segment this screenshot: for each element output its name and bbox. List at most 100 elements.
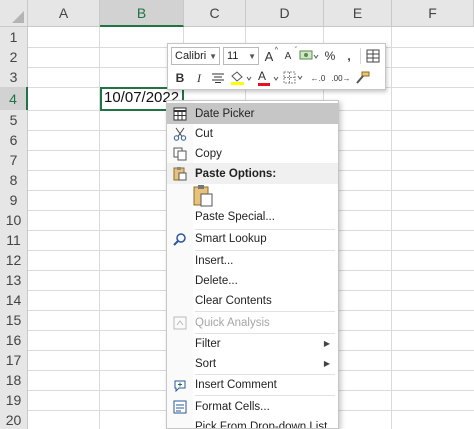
column-header-b[interactable]: B (100, 0, 184, 27)
font-size-value: 11 (227, 50, 239, 62)
row-header-2[interactable]: 2 (0, 47, 28, 68)
font-name-value: Calibri (175, 50, 207, 62)
row-header-3[interactable]: 3 (0, 67, 28, 88)
menu-item-pick-from-dropdown[interactable]: Pick From Drop-down List... (167, 416, 338, 429)
row-header-9[interactable]: 9 (0, 190, 28, 211)
borders-icon (283, 71, 303, 84)
menu-item-clear-contents[interactable]: Clear Contents (167, 290, 338, 311)
menu-item-smart-lookup[interactable]: Smart Lookup (167, 228, 338, 249)
column-header-e[interactable]: E (324, 0, 392, 27)
menu-item-label: Format Cells... (195, 400, 270, 413)
search-icon (170, 229, 189, 248)
menu-item-label: Paste Options: (195, 167, 277, 180)
row-header-12[interactable]: 12 (0, 250, 28, 271)
submenu-arrow-icon: ▶ (323, 339, 330, 348)
comma-style-button[interactable]: , (340, 47, 358, 65)
select-all-triangle (12, 11, 24, 23)
menu-item-insert-comment[interactable]: Insert Comment (167, 374, 338, 395)
menu-item-cut[interactable]: Cut (167, 123, 338, 144)
menu-item-insert[interactable]: Insert... (167, 250, 338, 271)
menu-item-label: Date Picker (195, 107, 255, 120)
calendar-grid-icon (170, 104, 189, 123)
row-header-19[interactable]: 19 (0, 390, 28, 411)
column-header-d[interactable]: D (246, 0, 324, 27)
format-table-button[interactable] (364, 47, 382, 65)
menu-item-label: Clear Contents (195, 294, 272, 307)
row-header-7[interactable]: 7 (0, 150, 28, 171)
row-header-17[interactable]: 17 (0, 350, 28, 371)
column-header-a[interactable]: A (28, 0, 100, 27)
row-header-1[interactable]: 1 (0, 27, 28, 48)
row-header-11[interactable]: 11 (0, 230, 28, 251)
decrease-decimal-button[interactable]: .00→ (330, 69, 352, 87)
align-center-button[interactable] (209, 69, 227, 87)
menu-item-delete[interactable]: Delete... (167, 270, 338, 291)
decrease-font-size-button[interactable]: Aˇ (279, 47, 297, 65)
format-painter-button[interactable] (353, 69, 371, 87)
menu-item-copy[interactable]: Copy (167, 143, 338, 164)
row-header-8[interactable]: 8 (0, 170, 28, 191)
copy-icon (170, 144, 189, 163)
font-color-button[interactable]: A (255, 69, 281, 87)
menu-item-label: Insert... (195, 254, 234, 267)
row-header-15[interactable]: 15 (0, 310, 28, 331)
font-name-dropdown[interactable]: Calibri ▼ (171, 47, 220, 65)
menu-item-label: Paste Special... (195, 210, 275, 223)
font-color-glyph: A (258, 69, 267, 83)
column-header-f[interactable]: F (392, 0, 474, 27)
align-center-icon (212, 73, 224, 83)
row-header-10[interactable]: 10 (0, 210, 28, 231)
menu-item-label: Delete... (195, 274, 238, 287)
grow-font-glyph: A (264, 48, 274, 64)
row-header-6[interactable]: 6 (0, 130, 28, 151)
row-header-14[interactable]: 14 (0, 290, 28, 311)
row-header-16[interactable]: 16 (0, 330, 28, 351)
row-header-5[interactable]: 5 (0, 110, 28, 131)
quick-analysis-icon (170, 313, 189, 332)
menu-item-paste-special[interactable]: Paste Special... (167, 206, 338, 227)
submenu-arrow-icon: ▶ (323, 359, 330, 368)
select-all-corner[interactable] (0, 0, 28, 27)
chevron-down-icon: ▼ (209, 51, 217, 61)
row-header-4[interactable]: 4 (0, 87, 28, 111)
menu-item-label: Cut (195, 127, 213, 140)
paint-bucket-icon (231, 71, 252, 85)
mini-toolbar-row-1: Calibri ▼ 11 ▼ A ^ Aˇ % , (168, 45, 382, 67)
format-cells-icon (170, 397, 189, 416)
percent-style-button[interactable]: % (321, 47, 339, 65)
font-size-dropdown[interactable]: 11 ▼ (223, 47, 259, 65)
paintbrush-icon (356, 71, 370, 84)
accounting-format-button[interactable] (298, 47, 320, 65)
currency-icon (299, 50, 319, 60)
menu-item-format-cells[interactable]: Format Cells... (167, 396, 338, 417)
menu-item-date-picker[interactable]: Date Picker (167, 103, 338, 124)
menu-item-label: Filter (195, 337, 221, 350)
menu-item-label: Quick Analysis (195, 316, 270, 329)
fill-color-button[interactable] (228, 69, 254, 87)
comment-icon (170, 375, 189, 394)
increase-decimal-button[interactable]: ←.0 (307, 69, 329, 87)
row-header-20[interactable]: 20 (0, 410, 28, 429)
chevron-down-icon: ▼ (248, 51, 256, 61)
paste-options-header: Paste Options: (167, 163, 338, 184)
row-header-13[interactable]: 13 (0, 270, 28, 291)
table-icon (366, 49, 380, 63)
mini-toolbar-row-2: B I A ←.0 .00→ (168, 67, 371, 89)
paste-option-keep-source-button[interactable] (192, 184, 214, 208)
column-header-c[interactable]: C (184, 0, 246, 27)
menu-item-label: Insert Comment (195, 378, 277, 391)
paste-clipboard-icon (193, 185, 213, 207)
caret-down-icon: ˇ (294, 47, 297, 54)
menu-item-filter[interactable]: Filter ▶ (167, 333, 338, 354)
row-header-18[interactable]: 18 (0, 370, 28, 391)
shrink-font-glyph: A (284, 50, 292, 62)
scissors-icon (170, 124, 189, 143)
increase-font-size-button[interactable]: A ^ (260, 47, 278, 65)
italic-button[interactable]: I (190, 69, 208, 87)
menu-item-quick-analysis[interactable]: Quick Analysis (167, 312, 338, 333)
bold-button[interactable]: B (171, 69, 189, 87)
menu-item-sort[interactable]: Sort ▶ (167, 353, 338, 374)
menu-item-label: Pick From Drop-down List... (195, 420, 337, 429)
borders-button[interactable] (282, 69, 306, 87)
caret-up-icon: ^ (274, 47, 278, 54)
